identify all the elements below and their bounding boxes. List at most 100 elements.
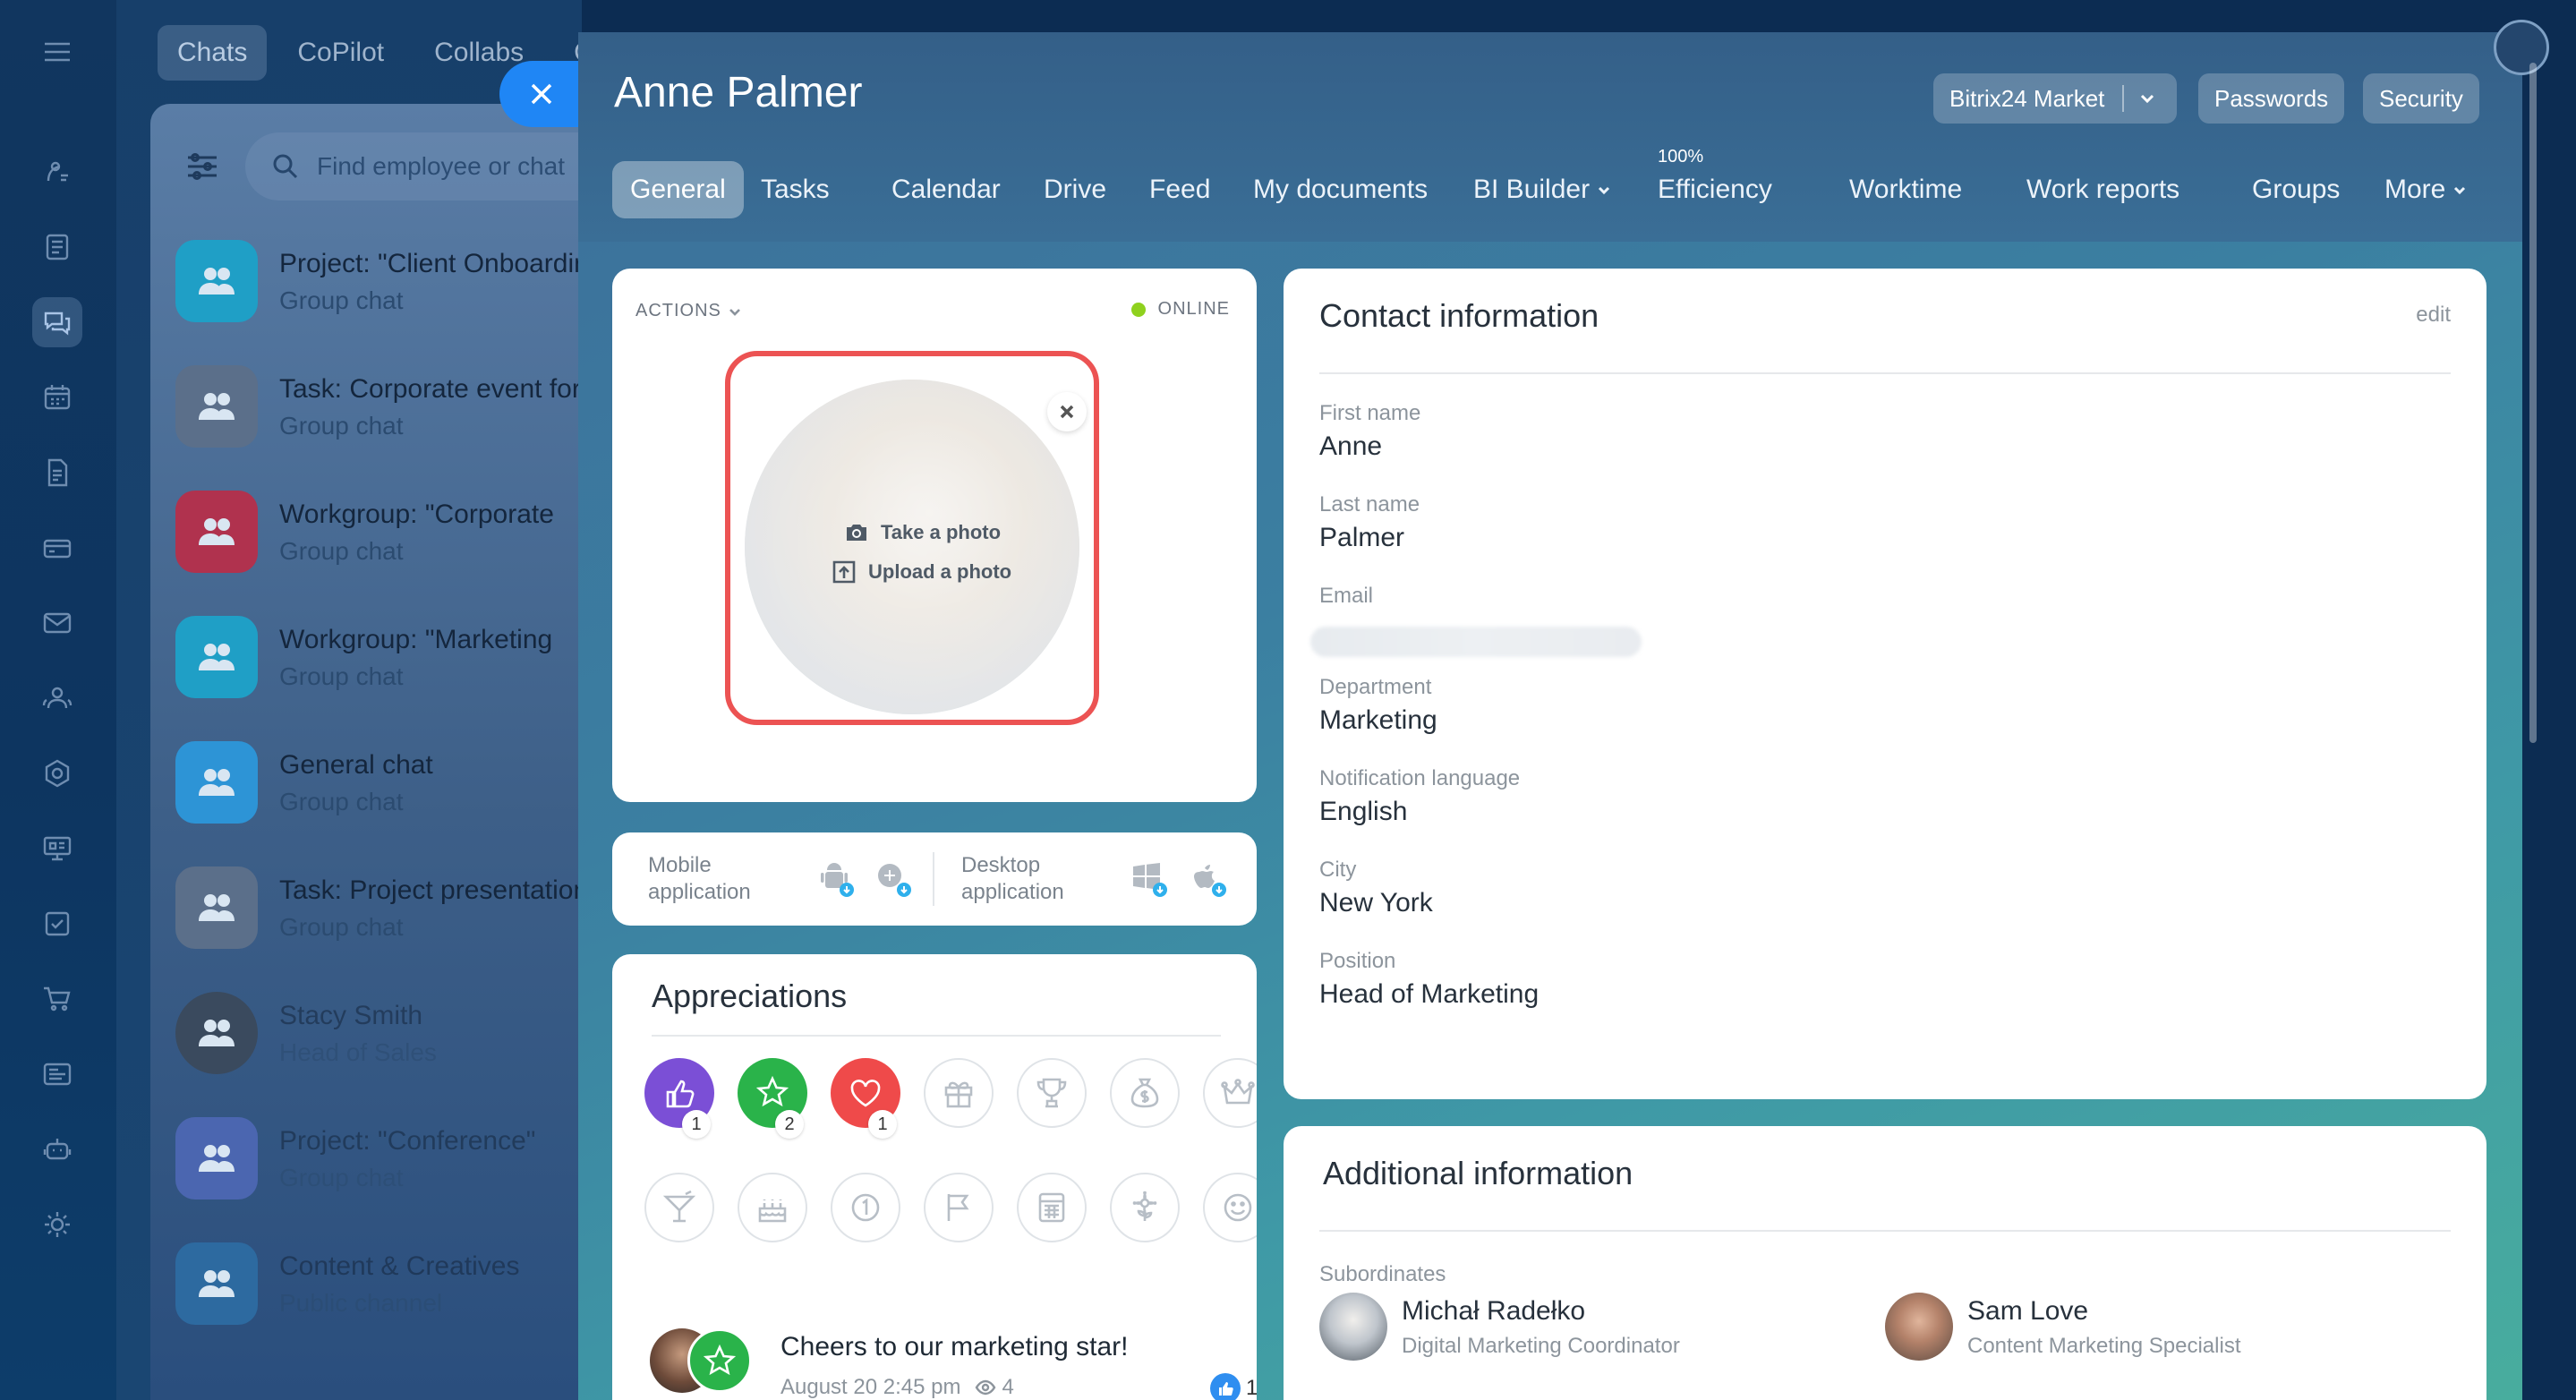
tab-efficiency[interactable]: 100% Efficiency <box>1640 147 1790 218</box>
flower-icon[interactable] <box>1110 1173 1180 1242</box>
list-item[interactable]: General chat Group chat <box>150 721 634 847</box>
calendar-icon[interactable] <box>32 372 82 423</box>
appreciation-post-text[interactable]: Cheers to our marketing star! <box>780 1332 1129 1362</box>
calendar-grid-icon[interactable] <box>1017 1173 1087 1242</box>
tab-more[interactable]: More <box>2367 161 2485 218</box>
automation-icon[interactable] <box>32 748 82 798</box>
list-item[interactable]: Content & Creatives Public channel <box>150 1223 634 1348</box>
feed-icon[interactable] <box>32 147 82 197</box>
settings-icon[interactable] <box>32 1199 82 1250</box>
market-label: Bitrix24 Market <box>1949 84 2105 112</box>
tab-calendar[interactable]: Calendar <box>874 161 1019 218</box>
close-slider-button[interactable] <box>499 61 584 127</box>
android-download-icon[interactable] <box>816 859 856 899</box>
subordinate-name[interactable]: Sam Love <box>1967 1296 2088 1327</box>
smile-icon[interactable] <box>1203 1173 1257 1242</box>
chat-subtitle: Group chat <box>279 286 404 314</box>
star-icon[interactable]: 2 <box>738 1058 807 1139</box>
tab-groups[interactable]: Groups <box>2234 161 2358 218</box>
sites-icon[interactable] <box>32 824 82 874</box>
list-item[interactable]: Project: "Conference" Group chat <box>150 1097 634 1223</box>
chat-search-input[interactable]: Find employee or chat <box>245 132 634 201</box>
trophy-icon[interactable] <box>1017 1058 1087 1128</box>
camera-icon <box>847 525 866 541</box>
status-badge: ONLINE <box>1130 299 1230 320</box>
user-avatar[interactable] <box>2494 20 2549 75</box>
tab-general[interactable]: General <box>612 161 744 218</box>
appreciations-title: Appreciations <box>652 977 848 1014</box>
checklist-icon[interactable] <box>32 899 82 949</box>
store-icon[interactable] <box>32 974 82 1024</box>
take-photo-button[interactable]: Take a photo <box>843 519 1001 546</box>
list-item[interactable]: Task: Project presentation Group chat <box>150 847 634 972</box>
subordinate-name[interactable]: Michał Radełko <box>1402 1296 1585 1327</box>
edit-link[interactable]: edit <box>2416 303 2451 328</box>
list-item[interactable]: Workgroup: "Corporate Group chat <box>150 471 634 596</box>
remove-photo-button[interactable] <box>1047 392 1087 431</box>
robot-icon[interactable] <box>32 1124 82 1174</box>
close-icon <box>531 83 552 105</box>
tab-worktime[interactable]: Worktime <box>1831 161 1980 218</box>
list-item[interactable]: Stacy Smith Head of Sales <box>150 972 634 1097</box>
field-label: First name <box>1319 401 1421 425</box>
avatar[interactable] <box>1319 1293 1387 1361</box>
efficiency-label: Efficiency <box>1658 175 1772 204</box>
number-one-icon[interactable] <box>831 1173 900 1242</box>
chats-icon[interactable] <box>32 297 82 347</box>
mail-icon[interactable] <box>32 598 82 648</box>
crown-icon[interactable] <box>1203 1058 1257 1128</box>
thumbs-up-icon <box>1210 1373 1241 1400</box>
cocktail-icon[interactable] <box>644 1173 714 1242</box>
close-icon <box>1060 405 1074 419</box>
bi-builder-label: BI Builder <box>1473 175 1591 204</box>
status-label: ONLINE <box>1157 299 1230 319</box>
menu-icon[interactable] <box>32 27 82 77</box>
tab-my-documents[interactable]: My documents <box>1235 161 1446 218</box>
chat-subtitle: Public channel <box>279 1289 443 1317</box>
list-item[interactable]: Task: Corporate event for Group chat <box>150 346 634 471</box>
avatar[interactable] <box>1885 1293 1953 1361</box>
avatar[interactable]: Take a photo Upload a photo <box>745 380 1079 714</box>
tab-bi-builder[interactable]: BI Builder <box>1455 161 1629 218</box>
search-icon <box>273 154 298 179</box>
heart-icon[interactable]: 1 <box>831 1058 900 1139</box>
crm-icon[interactable] <box>32 523 82 573</box>
tab-drive[interactable]: Drive <box>1026 161 1124 218</box>
tab-tasks[interactable]: Tasks <box>743 161 848 218</box>
subordinate-position: Digital Marketing Coordinator <box>1402 1334 1680 1358</box>
divider <box>1319 372 2451 374</box>
tab-copilot[interactable]: CoPilot <box>277 25 404 81</box>
security-button[interactable]: Security <box>2363 73 2479 124</box>
list-item[interactable]: Project: "Client Onboarding" Group chat <box>150 220 634 346</box>
chevron-down-icon[interactable] <box>2138 90 2156 107</box>
chat-subtitle: Group chat <box>279 537 404 565</box>
macos-download-icon[interactable] <box>1189 859 1228 899</box>
money-bag-icon[interactable] <box>1110 1058 1180 1128</box>
chat-list-panel: Find employee or chat Project: "Client O… <box>150 104 634 1400</box>
list-item[interactable]: Workgroup: "Marketing Group chat <box>150 596 634 721</box>
gift-icon[interactable] <box>924 1058 994 1128</box>
tab-chats[interactable]: Chats <box>158 25 268 81</box>
employees-icon[interactable] <box>32 673 82 723</box>
bitrix24-market-button[interactable]: Bitrix24 Market <box>1933 73 2177 124</box>
ios-download-icon[interactable] <box>874 859 913 899</box>
like-button[interactable]: 1 <box>1210 1373 1257 1400</box>
documents-icon[interactable] <box>32 448 82 498</box>
upload-photo-button[interactable]: Upload a photo <box>831 559 1011 585</box>
field-value: New York <box>1319 888 1433 918</box>
tab-work-reports[interactable]: Work reports <box>2009 161 2197 218</box>
photo-highlight-frame: Take a photo Upload a photo <box>725 351 1099 725</box>
filter-icon[interactable] <box>183 147 222 186</box>
desktop-app-label: Desktop application <box>961 853 1064 904</box>
tab-feed[interactable]: Feed <box>1131 161 1228 218</box>
passwords-button[interactable]: Passwords <box>2198 73 2345 124</box>
news-icon[interactable] <box>32 1049 82 1099</box>
chat-title: Workgroup: "Marketing <box>279 625 553 654</box>
flag-icon[interactable] <box>924 1173 994 1242</box>
tasks-icon[interactable] <box>32 222 82 272</box>
windows-download-icon[interactable] <box>1130 859 1169 899</box>
actions-dropdown[interactable]: ACTIONS <box>635 301 741 321</box>
scrollbar[interactable] <box>2529 63 2537 743</box>
thumbs-up-icon[interactable]: 1 <box>644 1058 714 1139</box>
cake-icon[interactable] <box>738 1173 807 1242</box>
